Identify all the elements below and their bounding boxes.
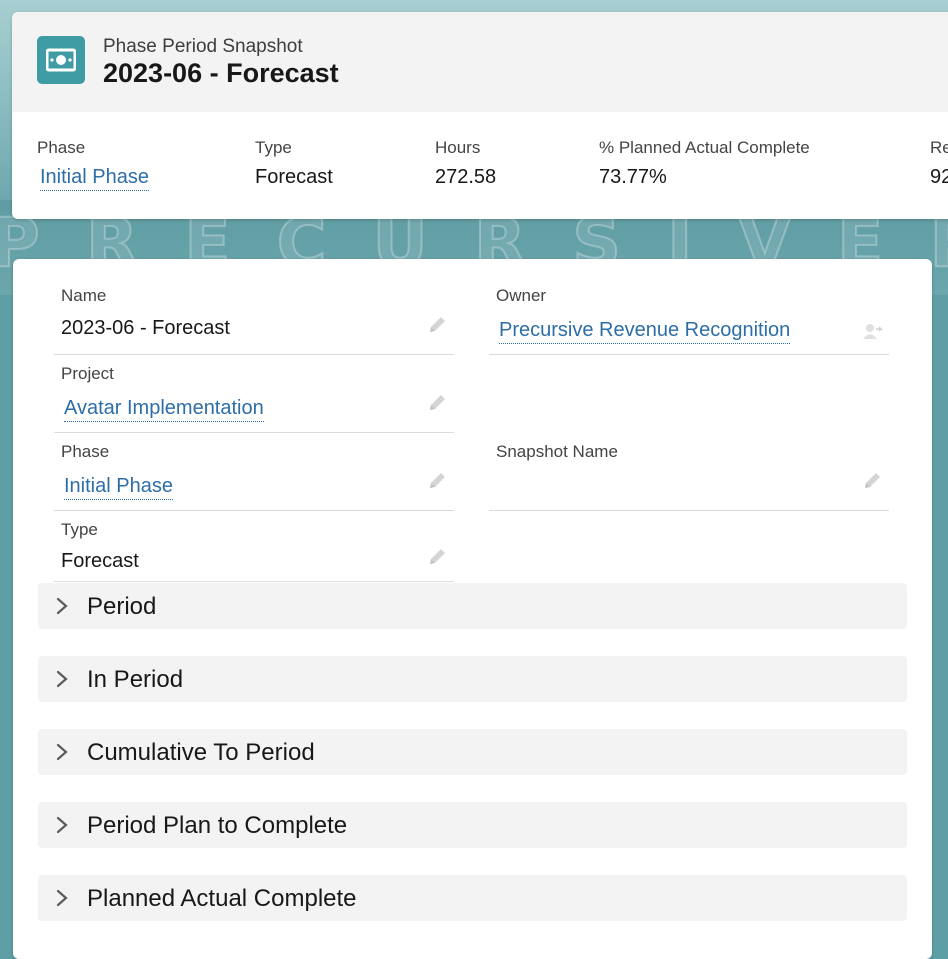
highlight-label: Re: [930, 138, 948, 157]
highlight-label: Phase: [37, 138, 86, 157]
highlight-type: Type Forecast: [255, 138, 333, 189]
highlight-value: Forecast: [255, 166, 333, 188]
object-type-label: Phase Period Snapshot: [103, 36, 303, 57]
chevron-right-icon: [56, 670, 68, 688]
highlight-planned-actual-complete: % Planned Actual Complete 73.77%: [599, 138, 810, 189]
section-period-plan-to-complete[interactable]: Period Plan to Complete: [38, 802, 907, 848]
highlight-value: 92: [930, 166, 948, 188]
highlight-label: % Planned Actual Complete: [599, 138, 810, 157]
project-link[interactable]: Avatar Implementation: [64, 397, 264, 422]
highlight-phase: Phase Initial Phase: [37, 138, 149, 191]
highlight-label: Type: [255, 138, 292, 157]
section-period[interactable]: Period: [38, 583, 907, 629]
highlight-value: 73.77%: [599, 166, 667, 188]
record-detail-panel: Name 2023-06 - Forecast Owner Precursive…: [13, 259, 932, 959]
chevron-right-icon: [56, 889, 68, 907]
chevron-right-icon: [56, 597, 68, 615]
field-label: Phase: [61, 442, 110, 461]
edit-pencil-icon[interactable]: [426, 392, 448, 414]
money-icon: [37, 36, 85, 84]
chevron-right-icon: [56, 743, 68, 761]
highlight-value: 272.58: [435, 166, 497, 188]
field-owner: Owner Precursive Revenue Recognition: [489, 276, 889, 355]
section-planned-actual-complete[interactable]: Planned Actual Complete: [38, 875, 907, 921]
section-label: Period Plan to Complete: [87, 812, 348, 839]
field-snapshot-name: Snapshot Name: [489, 432, 889, 511]
field-project: Project Avatar Implementation: [54, 354, 454, 433]
field-value: Forecast: [61, 550, 139, 572]
field-type: Type Forecast: [54, 510, 454, 582]
highlight-phase-link[interactable]: Initial Phase: [40, 166, 149, 191]
edit-pencil-icon[interactable]: [426, 470, 448, 492]
section-label: In Period: [87, 666, 184, 693]
highlight-truncated: Re 92: [930, 138, 948, 189]
section-label: Cumulative To Period: [87, 739, 315, 766]
field-label: Project: [61, 364, 114, 383]
field-phase: Phase Initial Phase: [54, 432, 454, 511]
section-cumulative-to-period[interactable]: Cumulative To Period: [38, 729, 907, 775]
field-label: Snapshot Name: [496, 442, 618, 461]
edit-pencil-icon[interactable]: [861, 470, 883, 492]
field-label: Owner: [496, 286, 547, 305]
owner-link[interactable]: Precursive Revenue Recognition: [499, 319, 791, 344]
field-label: Type: [61, 520, 98, 539]
chevron-right-icon: [56, 816, 68, 834]
change-owner-icon[interactable]: [861, 320, 883, 342]
field-label: Name: [61, 286, 107, 305]
section-label: Period: [87, 593, 157, 620]
field-value: 2023-06 - Forecast: [61, 317, 230, 339]
section-label: Planned Actual Complete: [87, 885, 357, 912]
highlight-hours: Hours 272.58: [435, 138, 496, 189]
phase-link[interactable]: Initial Phase: [64, 475, 173, 500]
record-title: 2023-06 - Forecast: [103, 58, 339, 88]
edit-pencil-icon[interactable]: [426, 314, 448, 336]
highlight-label: Hours: [435, 138, 481, 157]
record-header: Phase Period Snapshot 2023-06 - Forecast…: [12, 12, 948, 219]
edit-pencil-icon[interactable]: [426, 546, 448, 568]
section-in-period[interactable]: In Period: [38, 656, 907, 702]
field-name: Name 2023-06 - Forecast: [54, 276, 454, 355]
